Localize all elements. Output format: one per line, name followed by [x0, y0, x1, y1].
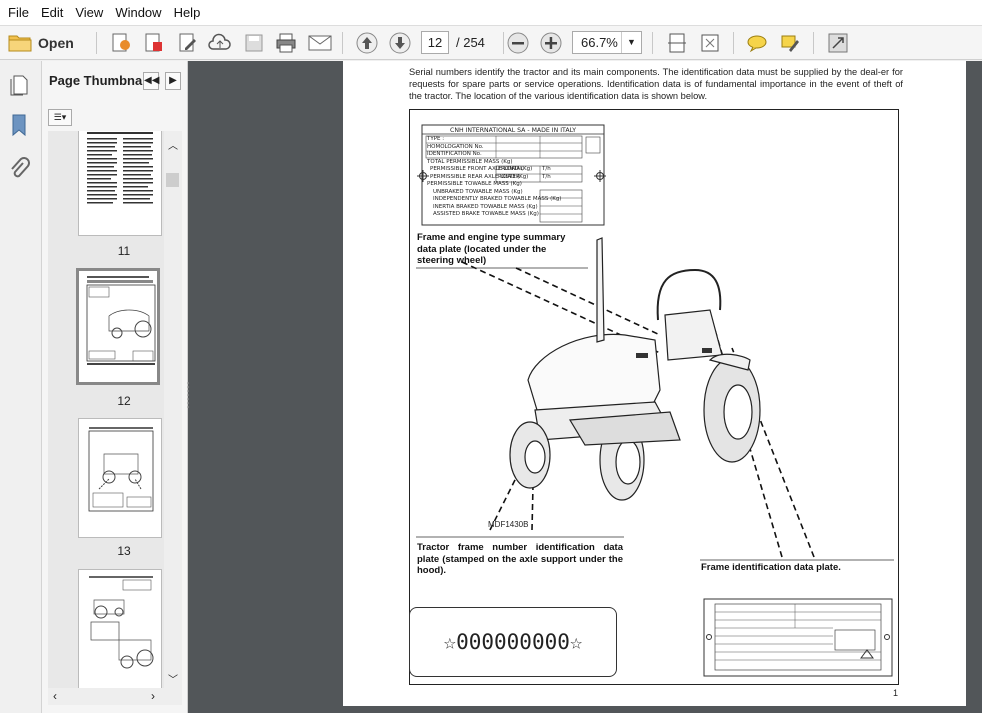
zoom-in-icon[interactable]	[538, 30, 564, 56]
list-options-icon: ☰▾	[53, 112, 67, 122]
thumbnail-label: 11	[117, 244, 131, 258]
email-icon[interactable]	[307, 30, 333, 56]
scroll-left-icon[interactable]: ‹	[53, 689, 57, 703]
plate-row: ASSISTED BRAKE TOWABLE MASS (Kg)	[433, 211, 539, 217]
identification-figure: CNH INTERNATIONAL SA - MADE IN ITALY TYP…	[409, 109, 899, 685]
save-cloud-icon[interactable]	[108, 30, 134, 56]
page-number-input[interactable]: 12	[421, 31, 449, 54]
thumbnail-page-14[interactable]	[78, 569, 162, 688]
page-thumbnails-icon[interactable]	[9, 73, 31, 100]
expand-icon[interactable]	[825, 30, 851, 56]
menu-file[interactable]: File	[2, 0, 35, 26]
page-total: / 254	[456, 35, 485, 50]
fit-page-icon[interactable]	[697, 30, 723, 56]
upload-cloud-icon[interactable]	[207, 30, 233, 56]
thumbnail-label: 13	[117, 544, 131, 558]
menu-bar: File Edit View Window Help	[0, 0, 982, 26]
plate-unit: T/h	[542, 173, 551, 180]
data-plate: CNH INTERNATIONAL SA - MADE IN ITALY TYP…	[422, 127, 604, 219]
plate-front-label: FRONTAL	[498, 166, 524, 172]
menu-edit[interactable]: Edit	[35, 0, 69, 26]
plate-unit: T/h	[542, 166, 551, 172]
plate-row: PERMISSIBLE FRONT AXLE LOAD (Kg) FRONTAL T…	[422, 166, 604, 174]
scroll-down-icon[interactable]: ﹀	[168, 671, 178, 686]
intro-paragraph: Serial numbers identify the tractor and …	[409, 67, 903, 102]
open-button[interactable]: Open	[8, 30, 78, 56]
callout-engine-plate: Frame and engine type summary data plate…	[417, 232, 566, 266]
thumbnail-page-13[interactable]	[78, 418, 162, 538]
next-page-icon[interactable]	[387, 30, 413, 56]
highlight-icon[interactable]	[777, 30, 803, 56]
plate-row: PERMISSIBLE TOWABLE MASS (Kg)	[427, 181, 522, 187]
plate-header: CNH INTERNATIONAL SA - MADE IN ITALY	[450, 127, 576, 134]
previous-page-icon[interactable]	[354, 30, 380, 56]
thumbnail-list: 11 12 13	[48, 131, 182, 688]
plate-row: TOTAL PERMISSIBLE MASS (Kg)	[427, 158, 513, 165]
plate-rear-label: POSTER	[498, 173, 520, 180]
plate-row: UNBRAKED TOWABLE MASS (Kg)	[433, 188, 523, 195]
zoom-value: 66.7%	[581, 35, 618, 50]
plate-row: INDEPENDENTLY BRAKED TOWABLE MASS (Kg)	[433, 196, 562, 202]
menu-help[interactable]: Help	[168, 0, 207, 26]
scroll-thumb[interactable]	[166, 173, 179, 187]
folder-icon	[8, 35, 32, 52]
figure-code: MDF1430B	[488, 520, 529, 529]
scroll-right-icon[interactable]: ›	[151, 689, 155, 703]
create-pdf-icon[interactable]	[141, 30, 167, 56]
bookmark-icon[interactable]	[9, 113, 29, 140]
plate-row: IDENTIFICATION No.	[427, 151, 482, 157]
edit-pdf-icon[interactable]	[175, 30, 201, 56]
thumbnail-page-11[interactable]	[78, 131, 162, 236]
panel-title: Page Thumbna...	[49, 73, 154, 88]
save-icon[interactable]	[241, 30, 267, 56]
print-icon[interactable]	[273, 30, 299, 56]
fit-width-icon[interactable]	[664, 30, 690, 56]
zoom-out-icon[interactable]	[505, 30, 531, 56]
frame-plate-graphic	[703, 598, 893, 677]
collapse-panel-button[interactable]: ◀◀	[143, 72, 159, 90]
scroll-up-icon[interactable]: ︿	[168, 137, 178, 152]
thumbnail-horizontal-scrollbar[interactable]: ‹ ›	[48, 688, 182, 705]
plate-row: PERMISSIBLE REAR AXLE LOAD (Kg) POSTER T/h	[422, 174, 604, 182]
plate-row: INERTIA BRAKED TOWABLE MASS (Kg)	[433, 203, 538, 210]
thumbnail-options-button[interactable]: ☰▾	[48, 109, 72, 126]
chevron-down-icon[interactable]: ▼	[621, 32, 641, 53]
plate-row: TYPE :	[427, 136, 445, 142]
callout-frame-plate: Frame identification data plate.	[701, 562, 841, 573]
thumbnail-label: 12	[117, 394, 131, 408]
thumbnail-page-12[interactable]	[76, 268, 160, 385]
panel-next-button[interactable]: ▶	[165, 72, 181, 90]
toolbar: Open	[0, 26, 982, 60]
plate-row: HOMOLOGATION No.	[427, 143, 484, 150]
callout-frame-number: Tractor frame number identification data…	[417, 542, 623, 576]
zoom-select[interactable]: 66.7% ▼	[572, 31, 642, 54]
open-label: Open	[38, 35, 74, 51]
thumbnail-vertical-scrollbar[interactable]: ︿ ﹀	[164, 131, 182, 688]
comment-icon[interactable]	[744, 30, 770, 56]
page-number: 1	[893, 688, 899, 698]
menu-window[interactable]: Window	[109, 0, 167, 26]
serial-number-box: ☆000000000☆	[409, 607, 617, 677]
panel-splitter[interactable]	[186, 380, 190, 410]
menu-view[interactable]: View	[69, 0, 109, 26]
left-rail	[0, 61, 42, 713]
attachment-icon[interactable]	[8, 156, 30, 185]
